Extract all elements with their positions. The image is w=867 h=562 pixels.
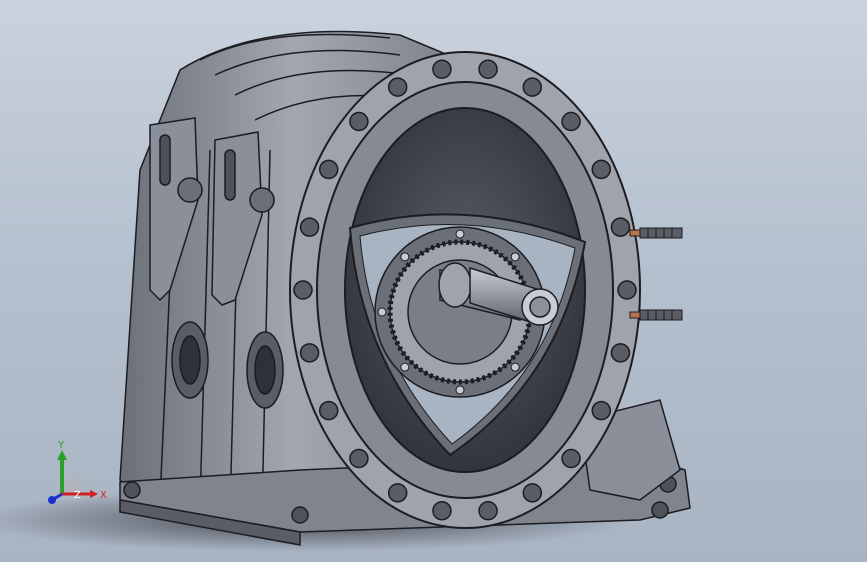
housing-bolt-hole [293,280,313,300]
housing-bolt-hole [617,280,637,300]
housing-bolt-hole [349,111,369,132]
housing-bolt-hole [610,217,631,237]
housing-bolt-hole [432,500,452,521]
rotary-engine-model[interactable] [0,0,867,562]
housing-bolt-hole [432,59,452,80]
housing-bolt-hole [522,483,543,503]
gear-bolt [377,307,387,317]
graphics-viewport[interactable]: Y X Z [0,0,867,562]
triad-y-label: Y [57,440,65,451]
housing-bolt-hole [591,400,612,421]
triad-z-arrow [48,496,56,504]
gear-bolt [510,362,520,372]
housing-bolt-hole [610,343,631,363]
triad-z-label: Z [74,490,81,501]
gear-bolt [510,252,520,262]
triad-x-arrow [90,490,98,498]
housing-bolt-hole [318,159,339,180]
housing-bolt-hole [478,500,498,521]
housing-bolt-hole [387,483,408,503]
triad-y-arrow [57,450,67,460]
gear-bolt [400,252,410,262]
spark-plug-lower [629,309,683,321]
triad-x-label: X [100,490,107,501]
housing-bolt-hole [522,77,543,97]
gear-bolt [455,385,465,395]
reference-triad: Y X Z [48,440,107,504]
housing-bolt-hole [299,343,320,363]
housing-bolt-hole [591,159,612,180]
housing-bolt-hole [299,217,320,237]
housing-bolt-hole [318,400,339,421]
housing-bolt-hole [561,111,581,132]
gear-bolt [455,229,465,239]
gear-bolt [400,362,410,372]
spark-plug-upper [629,227,683,239]
housing-bolt-hole [387,77,408,97]
housing-bolt-hole [561,448,581,469]
housing-bolt-hole [478,59,498,80]
housing-bolt-hole [349,448,369,469]
